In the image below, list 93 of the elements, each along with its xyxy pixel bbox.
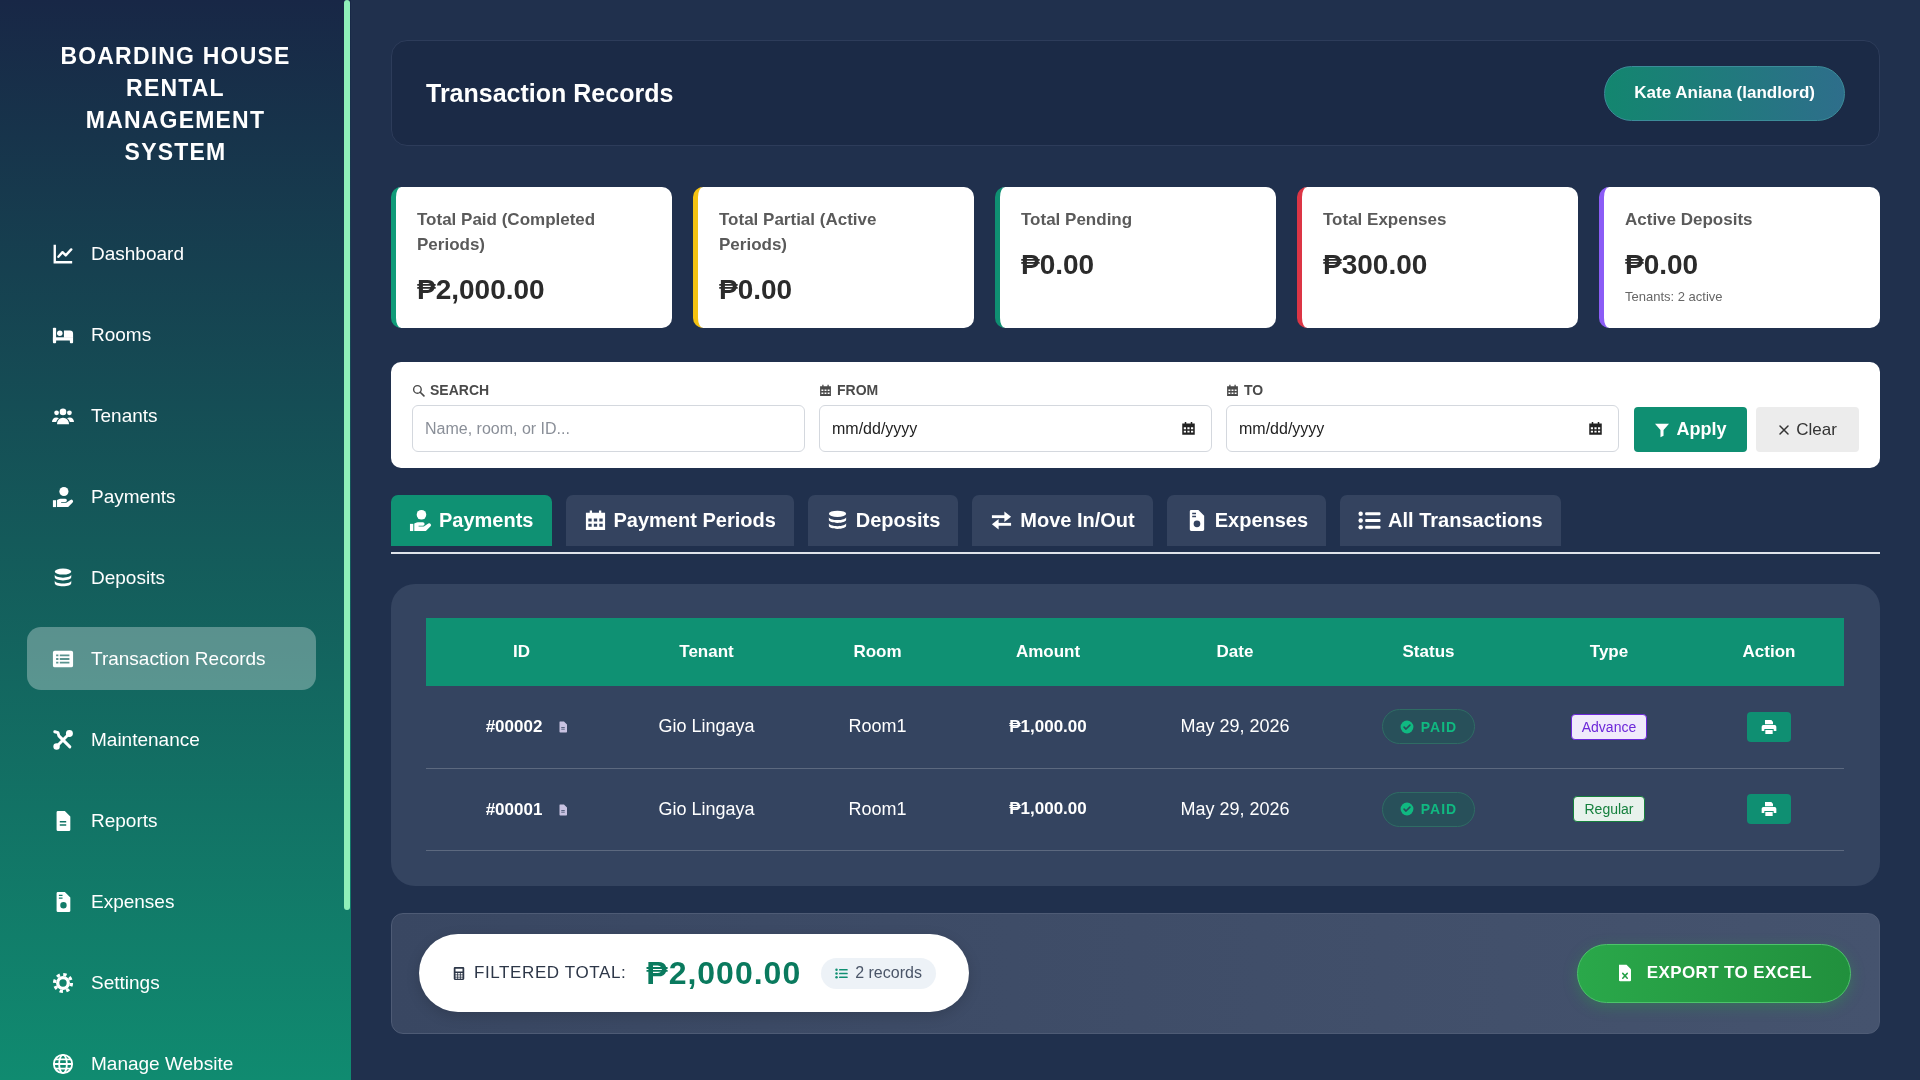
page-title: Transaction Records — [426, 78, 674, 108]
nav-item[interactable]: Payments — [27, 465, 316, 528]
hand-coin-icon — [409, 509, 432, 532]
nav-item[interactable]: Reports — [27, 789, 316, 852]
nav-item[interactable]: Tenants — [27, 384, 316, 447]
table-cell: Room1 — [796, 686, 959, 768]
record-id: #00002 — [485, 717, 543, 738]
type-tag: Regular — [1573, 796, 1645, 822]
table-cell: May 29, 2026 — [1137, 768, 1333, 850]
record-count: 2 records — [855, 964, 922, 982]
filter-icon — [1654, 421, 1671, 438]
tab[interactable]: Payment Periods — [565, 495, 794, 546]
tab[interactable]: All Transactions — [1340, 495, 1561, 546]
column-header: Amount — [959, 618, 1137, 686]
swap-arrows-icon — [990, 509, 1014, 532]
stat-label: Total Expenses — [1323, 209, 1448, 231]
nav-item[interactable]: Settings — [27, 951, 316, 1014]
calendar-icon — [583, 509, 607, 532]
list-icon — [835, 966, 849, 980]
stat-value: ₱0.00 — [719, 273, 794, 307]
table-cell: Gio Lingaya — [617, 686, 796, 768]
nav-item[interactable]: Expenses — [27, 870, 316, 933]
nav-item[interactable]: Transaction Records — [27, 627, 316, 690]
tab[interactable]: Move In/Out — [972, 495, 1153, 546]
user-account-button[interactable]: Kate Aniana (landlord) — [1604, 65, 1845, 121]
nav-item[interactable]: Rooms — [27, 303, 316, 366]
field-label: SEARCH — [430, 382, 490, 398]
date-field[interactable]: mm/dd/yyyy — [819, 405, 1212, 452]
tab[interactable]: Expenses — [1166, 495, 1327, 546]
filtered-total-label: FILTERED TOTAL: — [474, 963, 627, 983]
column-header: Date — [1137, 618, 1333, 686]
export-excel-button[interactable]: EXPORT TO EXCEL — [1576, 943, 1851, 1003]
calendar-icon[interactable] — [1181, 421, 1196, 436]
coins-icon — [52, 566, 74, 589]
search-icon — [412, 383, 425, 397]
stat-value: ₱0.00 — [1021, 248, 1096, 282]
check-circle-icon — [1399, 719, 1414, 734]
tools-icon — [52, 728, 74, 751]
close-icon — [1778, 423, 1791, 436]
check-circle-icon — [1399, 802, 1414, 816]
nav-item[interactable]: Manage Website — [27, 1032, 316, 1080]
table-cell: Gio Lingaya — [617, 768, 796, 850]
line-chart-icon — [52, 242, 74, 265]
clear-button[interactable]: Clear — [1756, 407, 1859, 452]
stat-label: Active Deposits — [1625, 209, 1754, 231]
calendar-icon — [819, 383, 832, 397]
stat-label: Total Paid (Completed Periods) — [417, 209, 597, 256]
column-header: Status — [1333, 618, 1524, 686]
list-icon — [1358, 509, 1382, 532]
type-tag: Advance — [1570, 713, 1648, 740]
print-button[interactable] — [1747, 711, 1791, 742]
settings-icon — [52, 971, 74, 994]
status-label: PAID — [1420, 718, 1458, 735]
stat-value: ₱2,000.00 — [417, 273, 546, 307]
field-label: FROM — [837, 382, 879, 398]
table-cell: Room1 — [796, 768, 959, 850]
status-label: PAID — [1420, 801, 1458, 817]
tab[interactable]: Payments — [391, 495, 552, 546]
table-cell: ₱1,000.00 — [959, 686, 1137, 768]
column-header: Type — [1524, 618, 1694, 686]
print-icon — [1761, 718, 1777, 735]
calendar-icon[interactable] — [1588, 421, 1603, 436]
calculator-icon — [452, 964, 466, 982]
stat-note: Tenants: 2 active — [1625, 288, 1724, 306]
column-header: Action — [1694, 618, 1844, 686]
date-field[interactable]: mm/dd/yyyy — [1226, 405, 1619, 452]
scrollbar-thumb[interactable] — [344, 0, 350, 910]
stat-label: Total Pending — [1021, 209, 1134, 231]
hand-coin-icon — [52, 485, 74, 508]
record-id: #00001 — [485, 799, 543, 820]
nav-item[interactable]: Maintenance — [27, 708, 316, 771]
stat-label: Total Partial (Active Periods) — [719, 209, 878, 256]
table-cell: ₱1,000.00 — [959, 768, 1137, 850]
search-field[interactable]: Name, room, or ID... — [412, 405, 805, 452]
field-label: TO — [1244, 382, 1264, 398]
stat-value: ₱300.00 — [1323, 248, 1429, 282]
column-header: ID — [426, 618, 617, 686]
globe-icon — [52, 1052, 74, 1075]
table-cell: May 29, 2026 — [1137, 686, 1333, 768]
print-icon — [1761, 801, 1777, 817]
column-header: Room — [796, 618, 959, 686]
column-header: Tenant — [617, 618, 796, 686]
apply-button[interactable]: Apply — [1634, 407, 1747, 452]
print-button[interactable] — [1747, 794, 1791, 824]
filtered-total-value: ₱2,000.00 — [646, 954, 802, 992]
calendar-icon — [1226, 383, 1239, 397]
document-icon[interactable] — [557, 802, 570, 817]
app-title: BOARDING HOUSE RENTAL MANAGEMENT SYSTEM — [59, 42, 292, 167]
tab[interactable]: Deposits — [807, 495, 959, 546]
stat-value: ₱0.00 — [1625, 248, 1700, 282]
nav-item[interactable]: Deposits — [27, 546, 316, 609]
nav-item[interactable]: Dashboard — [27, 222, 316, 285]
document-icon[interactable] — [557, 720, 570, 735]
